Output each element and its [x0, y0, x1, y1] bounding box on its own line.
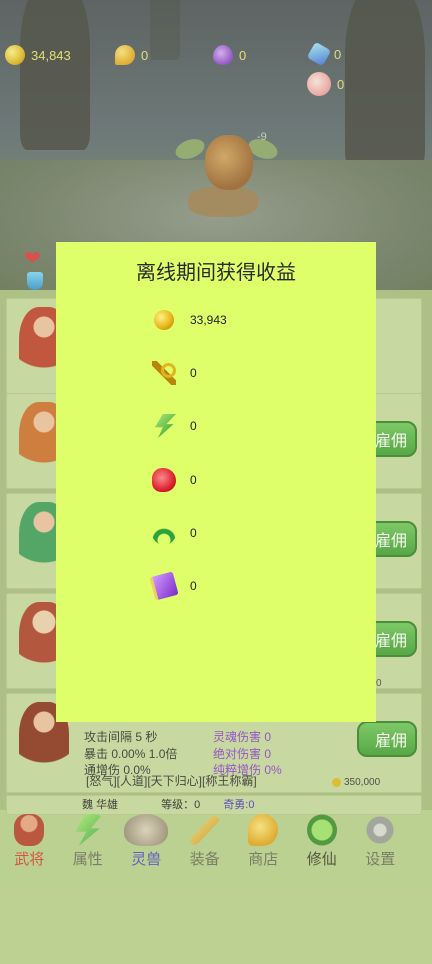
reward-value: 0	[190, 579, 197, 593]
reward-value: 33,943	[190, 313, 227, 327]
boxing-glove-icon	[152, 468, 176, 492]
gold-coin-icon	[154, 310, 174, 330]
lightning-icon	[154, 414, 176, 438]
reward-value: 0	[190, 419, 197, 433]
reward-row: 0	[152, 359, 197, 387]
reward-row: 0	[152, 466, 197, 494]
reward-value: 0	[190, 366, 197, 380]
reward-value: 0	[190, 526, 197, 540]
purple-book-icon	[149, 571, 179, 601]
dialog-title: 离线期间获得收益	[136, 260, 296, 284]
reward-row: 33,943	[152, 306, 227, 334]
key-icon	[152, 361, 176, 385]
reward-row: 0	[152, 412, 197, 440]
reward-row: 0	[152, 519, 197, 547]
laurel-icon	[152, 521, 176, 545]
offline-rewards-dialog[interactable]: 离线期间获得收益 33,943 0 0 0 0 0	[56, 242, 376, 722]
reward-row: 0	[149, 571, 197, 601]
reward-value: 0	[190, 473, 197, 487]
